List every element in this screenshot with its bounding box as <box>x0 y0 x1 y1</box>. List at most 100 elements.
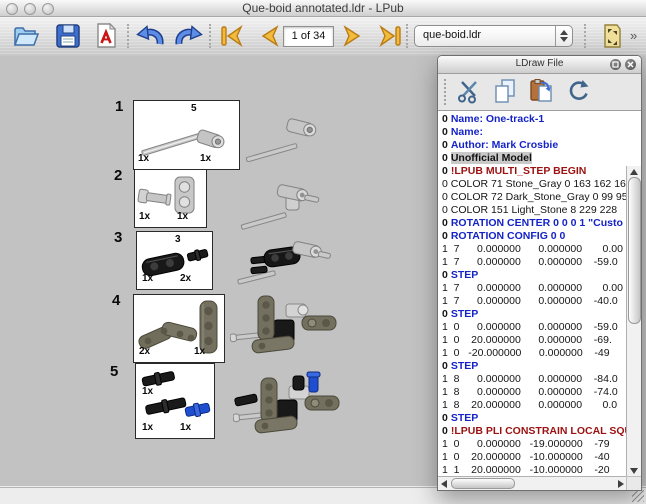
horizontal-scroll-thumb[interactable] <box>451 478 515 489</box>
editor-line[interactable]: 1 8 0.000000 0.000000 -84.0 <box>442 373 627 386</box>
assembly-image-step-4[interactable] <box>230 290 338 365</box>
next-page-button[interactable] <box>336 21 368 51</box>
palette-detach-button[interactable] <box>610 59 621 70</box>
editor-line[interactable]: 0!LPUB PLI CONSTRAIN LOCAL SQU <box>442 425 627 438</box>
line-number-token: 0 <box>442 230 448 242</box>
model-selector-dropdown[interactable]: que-boid.ldr <box>414 25 573 47</box>
undo-curved-arrow-icon <box>134 21 166 51</box>
refresh-button[interactable] <box>564 77 594 107</box>
editor-line[interactable]: 0Author: Mark Crosbie <box>442 139 627 152</box>
scrollbar-corner <box>626 476 641 490</box>
palette-close-button[interactable] <box>625 59 636 70</box>
step-number[interactable]: 1 <box>115 98 123 115</box>
editor-line[interactable]: 0 COLOR 151 Light_Stone 8 229 228 <box>442 204 627 217</box>
page-number-field[interactable] <box>283 26 334 47</box>
editor-line[interactable]: 1 0 20.000000 0.000000 -69. <box>442 334 627 347</box>
horizontal-scrollbar[interactable] <box>438 476 627 490</box>
toolbar-overflow-chevron[interactable]: » <box>630 28 637 43</box>
editor-line[interactable]: 0 COLOR 72 Dark_Stone_Gray 0 99 95 <box>442 191 627 204</box>
page-setup-button[interactable] <box>596 21 628 51</box>
redo-button[interactable] <box>173 21 205 51</box>
editor-line[interactable]: 0STEP <box>442 412 627 425</box>
editor-line[interactable]: 0!LPUB MULTI_STEP BEGIN <box>442 165 627 178</box>
open-folder-icon <box>11 21 41 51</box>
line-text: 0 COLOR 72 Dark_Stone_Gray 0 99 95 <box>442 191 627 203</box>
editor-line[interactable]: 0STEP <box>442 360 627 373</box>
step-number[interactable]: 5 <box>110 363 118 380</box>
copy-button[interactable] <box>490 77 520 107</box>
editor-line[interactable]: 1 8 20.000000 0.000000 0.0 <box>442 399 627 412</box>
line-text: ROTATION CENTER 0 0 0 1 "Custo <box>451 217 623 229</box>
copy-pages-icon <box>491 77 519 105</box>
line-text: !LPUB PLI CONSTRAIN LOCAL SQU <box>451 425 627 437</box>
vertical-scrollbar[interactable] <box>626 166 641 477</box>
editor-line[interactable]: 0Unofficial Model <box>442 152 627 165</box>
editor-line[interactable]: 1 0 20.000000 -10.000000 -40 <box>442 451 627 464</box>
line-text: 1 7 0.000000 0.000000 0.00 <box>442 282 623 294</box>
editor-line[interactable]: 0STEP <box>442 269 627 282</box>
pli-box-step-4[interactable]: 2x 1x <box>133 294 225 363</box>
step-number[interactable]: 2 <box>114 167 122 184</box>
chevron-up-icon <box>560 30 568 35</box>
pli-box-step-3[interactable]: 3 1x 2x <box>136 231 213 290</box>
editor-line[interactable]: 1 7 0.000000 0.000000 -59.0 <box>442 256 627 269</box>
save-button[interactable] <box>52 21 84 51</box>
scroll-right-arrow-icon[interactable] <box>618 480 624 488</box>
last-page-arrow-icon <box>375 21 405 51</box>
ldraw-file-editor[interactable]: 0Name: One-track-1 0Name: 0Author: Mark … <box>438 111 641 490</box>
assembly-image-step-3[interactable] <box>237 233 332 288</box>
toolbar-drag-handle[interactable] <box>444 79 446 105</box>
last-page-button[interactable] <box>374 21 406 51</box>
scroll-up-arrow-icon[interactable] <box>630 169 638 175</box>
first-page-button[interactable] <box>216 21 248 51</box>
pli-quantity: 2x <box>180 273 191 284</box>
pli-box-step-2[interactable]: 1x 1x <box>134 169 207 228</box>
pli-quantity: 2x <box>139 346 150 357</box>
vertical-scroll-thumb[interactable] <box>628 177 641 324</box>
step-number[interactable]: 4 <box>112 292 120 309</box>
pli-quantity: 1x <box>200 153 211 164</box>
editor-line[interactable]: 1 0 0.000000 0.000000 -59.0 <box>442 321 627 334</box>
line-text: STEP <box>451 360 478 372</box>
assembly-image-step-2[interactable] <box>240 178 328 230</box>
previous-page-button[interactable] <box>254 21 286 51</box>
assembly-image-step-1[interactable] <box>243 110 321 162</box>
editor-line[interactable]: 1 0 -20.000000 0.000000 -49 <box>442 347 627 360</box>
pli-quantity: 1x <box>194 346 205 357</box>
editor-line[interactable]: 0Name: One-track-1 <box>442 113 627 126</box>
line-text: STEP <box>451 412 478 424</box>
scroll-down-arrow-icon[interactable] <box>630 468 638 474</box>
black-long-pin-part <box>145 396 187 417</box>
first-page-arrow-icon <box>217 21 247 51</box>
editor-line[interactable]: 0ROTATION CENTER 0 0 0 1 "Custo <box>442 217 627 230</box>
pli-box-step-5[interactable]: 1x 1x 1x <box>135 363 215 439</box>
editor-line[interactable]: 1 0 0.000000 -19.000000 -79 <box>442 438 627 451</box>
assembly-image-step-5[interactable] <box>233 368 341 440</box>
line-number-token: 0 <box>442 152 448 164</box>
palette-titlebar[interactable]: LDraw File <box>438 56 641 74</box>
open-button[interactable] <box>10 21 42 51</box>
scroll-left-arrow-icon[interactable] <box>441 480 447 488</box>
editor-line[interactable]: 1 8 0.000000 0.000000 -74.0 <box>442 386 627 399</box>
export-pdf-button[interactable] <box>90 21 122 51</box>
editor-line[interactable]: 1 7 0.000000 0.000000 -40.0 <box>442 295 627 308</box>
editor-line[interactable]: 0STEP <box>442 308 627 321</box>
floppy-disk-icon <box>53 21 83 51</box>
editor-text-pane[interactable]: 0Name: One-track-1 0Name: 0Author: Mark … <box>438 111 627 477</box>
step-number[interactable]: 3 <box>114 229 122 246</box>
window-titlebar[interactable]: Que-boid annotated.ldr - LPub <box>0 0 646 17</box>
cut-button[interactable] <box>454 77 484 107</box>
editor-line[interactable]: 0Name: <box>442 126 627 139</box>
resize-grip[interactable] <box>632 490 644 502</box>
close-icon <box>625 59 636 70</box>
undo-button[interactable] <box>134 21 166 51</box>
editor-line[interactable]: 1 7 0.000000 0.000000 0.00 <box>442 282 627 295</box>
pli-box-step-1[interactable]: 5 1x 1x <box>133 100 240 170</box>
line-number-token: 0 <box>442 139 448 151</box>
editor-line[interactable]: 1 7 0.000000 0.000000 0.00 <box>442 243 627 256</box>
line-text: Name: One-track-1 <box>451 113 544 125</box>
paste-button[interactable] <box>526 77 556 107</box>
line-text: 0 COLOR 151 Light_Stone 8 229 228 <box>442 204 617 216</box>
editor-line[interactable]: 0 COLOR 71 Stone_Gray 0 163 162 16 <box>442 178 627 191</box>
editor-line[interactable]: 0ROTATION CONFIG 0 0 <box>442 230 627 243</box>
